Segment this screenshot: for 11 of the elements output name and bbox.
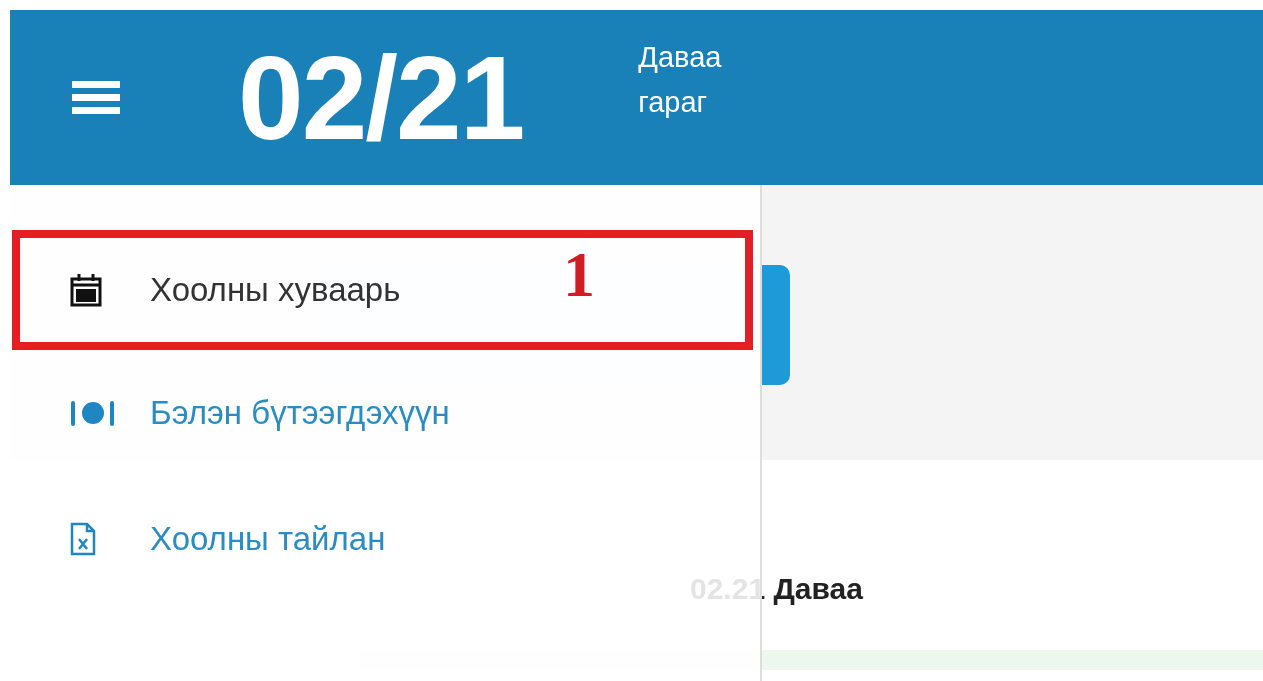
drawer-item[interactable]: Бэлэн бүтээгдэхүүн xyxy=(70,394,450,432)
date-heading: 02/21 xyxy=(238,38,524,157)
menu-icon[interactable] xyxy=(72,80,120,115)
plate-icon xyxy=(70,398,116,428)
file-icon xyxy=(70,522,96,556)
drawer-item[interactable]: Хоолны хуваарь xyxy=(70,271,401,309)
calendar-icon xyxy=(70,273,102,307)
drawer-item[interactable]: Хоолны тайлан xyxy=(70,520,386,558)
weekday-label: гараг xyxy=(638,84,709,120)
weekday-label: Даваа xyxy=(638,39,722,75)
annotation-number: 1 xyxy=(563,243,595,307)
